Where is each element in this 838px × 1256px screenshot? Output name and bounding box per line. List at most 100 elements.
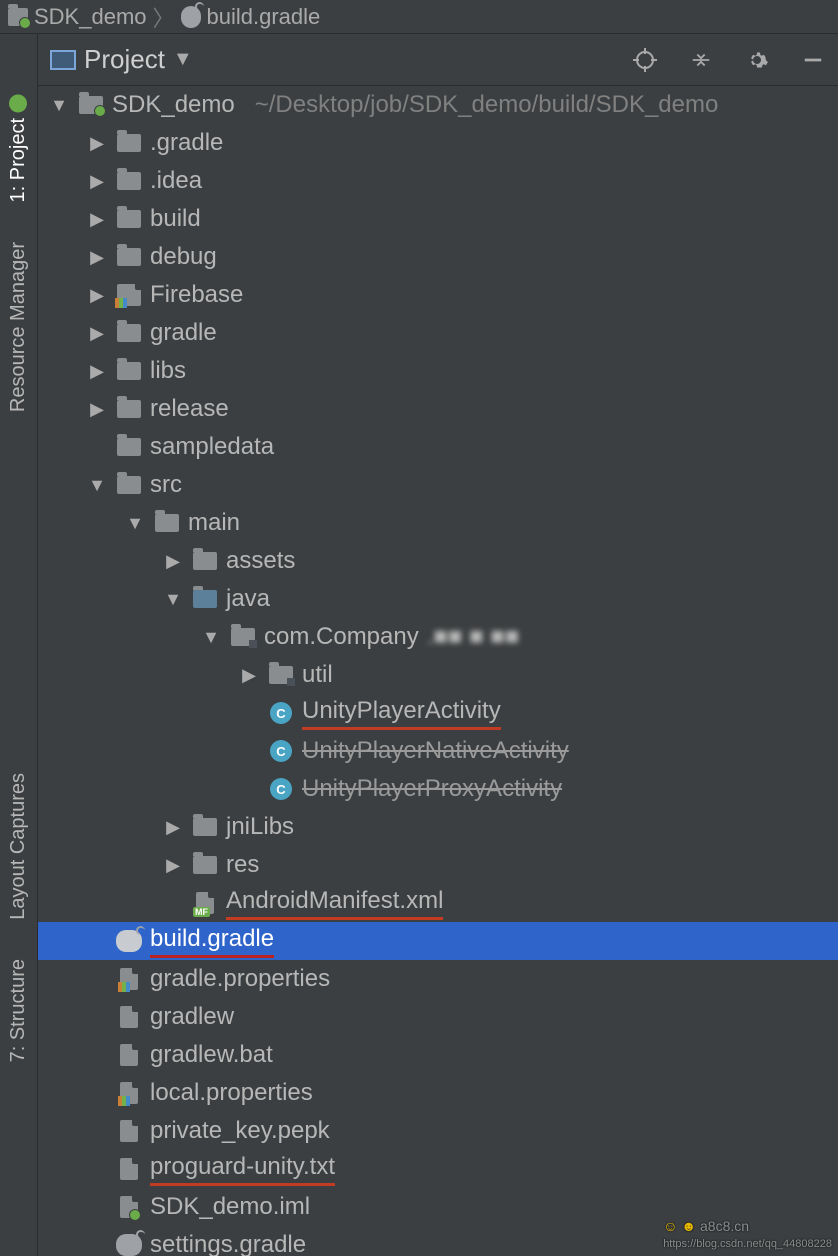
chevron-right-icon[interactable]: ▶ bbox=[162, 817, 184, 838]
tree-item-class[interactable]: ▶CUnityPlayerActivity bbox=[38, 694, 838, 732]
folder-icon bbox=[116, 208, 142, 230]
tree-item[interactable]: ▶.idea bbox=[38, 162, 838, 200]
chevron-right-icon[interactable]: ▶ bbox=[162, 551, 184, 572]
tree-root-name: SDK_demo bbox=[112, 91, 235, 119]
gear-icon[interactable] bbox=[744, 47, 770, 73]
file-icon bbox=[116, 1006, 142, 1028]
tree-item-jnilibs[interactable]: ▶jniLibs bbox=[38, 808, 838, 846]
tree-item[interactable]: ▶sampledata bbox=[38, 428, 838, 466]
tab-project[interactable]: 1: Project bbox=[7, 94, 30, 202]
folder-icon bbox=[192, 550, 218, 572]
tree-item-assets[interactable]: ▶assets bbox=[38, 542, 838, 580]
tree-item[interactable]: ▶gradlew.bat bbox=[38, 1036, 838, 1074]
tree-item[interactable]: ▶private_key.pepk bbox=[38, 1112, 838, 1150]
tree-item[interactable]: ▶gradlew bbox=[38, 998, 838, 1036]
chevron-right-icon[interactable]: ▶ bbox=[86, 323, 108, 344]
tree-item[interactable]: ▶release bbox=[38, 390, 838, 428]
gradle-file-icon bbox=[116, 930, 142, 952]
chevron-down-icon[interactable]: ▼ bbox=[162, 589, 184, 610]
chevron-down-icon[interactable]: ▼ bbox=[200, 627, 222, 648]
tree-item[interactable]: ▶libs bbox=[38, 352, 838, 390]
redacted-text: .■■ ■ ■■ bbox=[427, 623, 519, 651]
chevron-down-icon[interactable]: ▼ bbox=[86, 475, 108, 496]
module-folder-icon bbox=[78, 94, 104, 116]
file-icon bbox=[116, 1044, 142, 1066]
folder-icon bbox=[116, 398, 142, 420]
chevron-right-icon[interactable]: ▶ bbox=[86, 399, 108, 420]
iml-file-icon bbox=[116, 1196, 142, 1218]
package-icon bbox=[268, 664, 294, 686]
tree-item-java[interactable]: ▼java bbox=[38, 580, 838, 618]
tree-item-package[interactable]: ▼com.Company.■■ ■ ■■ bbox=[38, 618, 838, 656]
folder-icon bbox=[116, 132, 142, 154]
tree-root-path: ~/Desktop/job/SDK_demo/build/SDK_demo bbox=[255, 91, 719, 119]
tree-item-class[interactable]: ▶CUnityPlayerProxyActivity bbox=[38, 770, 838, 808]
tree-item-manifest[interactable]: ▶AndroidManifest.xml bbox=[38, 884, 838, 922]
tree-item[interactable]: ▶debug bbox=[38, 238, 838, 276]
folder-icon bbox=[116, 322, 142, 344]
collapse-icon[interactable] bbox=[688, 47, 714, 73]
tree-item-class[interactable]: ▶CUnityPlayerNativeActivity bbox=[38, 732, 838, 770]
tree-item[interactable]: ▶Firebase bbox=[38, 276, 838, 314]
chevron-down-icon[interactable]: ▼ bbox=[124, 513, 146, 534]
tree-root[interactable]: ▼ SDK_demo ~/Desktop/job/SDK_demo/build/… bbox=[38, 86, 838, 124]
breadcrumb-file[interactable]: build.gradle bbox=[207, 4, 321, 30]
chevron-right-icon[interactable]: ▶ bbox=[86, 209, 108, 230]
chevron-right-icon[interactable]: ▶ bbox=[86, 361, 108, 382]
view-selector[interactable]: Project ▼ bbox=[50, 44, 193, 75]
tree-item[interactable]: ▶gradle.properties bbox=[38, 960, 838, 998]
tab-structure[interactable]: 7: Structure bbox=[7, 959, 30, 1062]
chevron-down-icon[interactable]: ▼ bbox=[48, 95, 70, 116]
folder-icon bbox=[116, 474, 142, 496]
project-tree[interactable]: ▼ SDK_demo ~/Desktop/job/SDK_demo/build/… bbox=[38, 86, 838, 1256]
class-icon: C bbox=[268, 702, 294, 724]
tree-item[interactable]: ▶gradle bbox=[38, 314, 838, 352]
chevron-right-icon[interactable]: ▶ bbox=[86, 171, 108, 192]
tree-item-res[interactable]: ▶res bbox=[38, 846, 838, 884]
folder-icon bbox=[192, 854, 218, 876]
folder-icon bbox=[116, 246, 142, 268]
tree-item[interactable]: ▶proguard-unity.txt bbox=[38, 1150, 838, 1188]
folder-icon bbox=[154, 512, 180, 534]
folder-icon bbox=[192, 588, 218, 610]
tree-item[interactable]: ▶.gradle bbox=[38, 124, 838, 162]
watermark: ☺ ☻ a8c8.cn https://blog.csdn.net/qq_448… bbox=[663, 1218, 832, 1250]
project-toolbar: Project ▼ bbox=[38, 34, 838, 86]
chevron-right-icon[interactable]: ▶ bbox=[238, 665, 260, 686]
tree-item-main[interactable]: ▼main bbox=[38, 504, 838, 542]
tree-item-src[interactable]: ▼src bbox=[38, 466, 838, 504]
chevron-right-icon: 〉 bbox=[153, 1, 175, 33]
manifest-file-icon bbox=[192, 892, 218, 914]
class-icon: C bbox=[268, 740, 294, 762]
tab-resource-manager[interactable]: Resource Manager bbox=[7, 242, 30, 412]
folder-icon bbox=[192, 816, 218, 838]
project-view-icon bbox=[50, 50, 76, 70]
gradle-file-icon bbox=[116, 1234, 142, 1256]
folder-icon bbox=[116, 170, 142, 192]
chevron-right-icon[interactable]: ▶ bbox=[86, 285, 108, 306]
chevron-down-icon: ▼ bbox=[173, 48, 193, 71]
chevron-right-icon[interactable]: ▶ bbox=[86, 133, 108, 154]
file-icon bbox=[116, 1120, 142, 1142]
view-selector-label: Project bbox=[84, 44, 165, 75]
folder-icon bbox=[116, 360, 142, 382]
target-icon[interactable] bbox=[632, 47, 658, 73]
gradle-file-icon bbox=[181, 7, 201, 27]
chevron-right-icon[interactable]: ▶ bbox=[162, 855, 184, 876]
breadcrumb: SDK_demo 〉 build.gradle bbox=[0, 0, 838, 34]
tree-item-build-gradle[interactable]: ▶build.gradle bbox=[38, 922, 838, 960]
package-icon bbox=[230, 626, 256, 648]
tab-layout-captures[interactable]: Layout Captures bbox=[7, 773, 30, 920]
tree-item[interactable]: ▶local.properties bbox=[38, 1074, 838, 1112]
tree-item[interactable]: ▶build bbox=[38, 200, 838, 238]
file-icon bbox=[116, 1158, 142, 1180]
folder-icon bbox=[116, 436, 142, 458]
breadcrumb-project[interactable]: SDK_demo bbox=[34, 4, 147, 30]
class-icon: C bbox=[268, 778, 294, 800]
folder-icon bbox=[116, 284, 142, 306]
chevron-right-icon[interactable]: ▶ bbox=[86, 247, 108, 268]
properties-file-icon bbox=[116, 1082, 142, 1104]
minimize-icon[interactable] bbox=[800, 47, 826, 73]
tree-item-util[interactable]: ▶util bbox=[38, 656, 838, 694]
project-folder-icon bbox=[8, 7, 28, 27]
